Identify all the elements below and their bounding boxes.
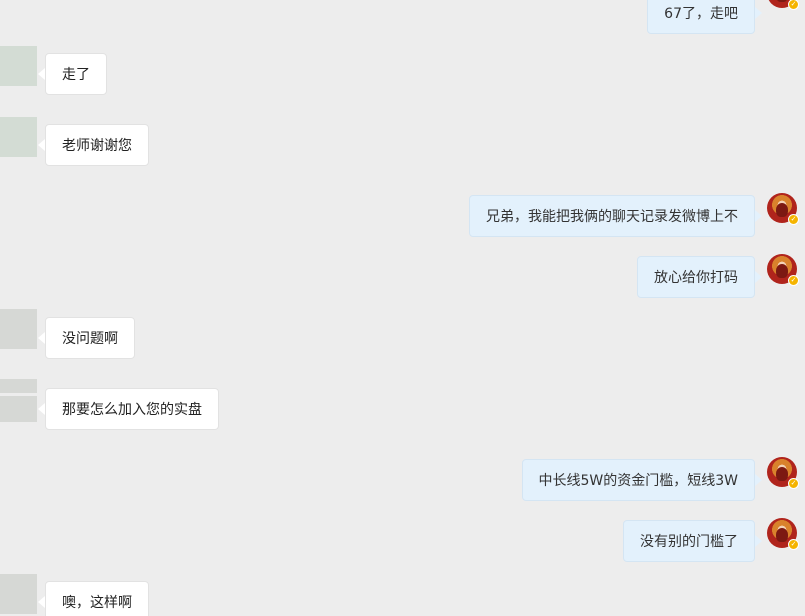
bubble-tail (755, 535, 762, 547)
bubble-tail (38, 139, 45, 151)
verified-badge-icon: ✓ (788, 214, 799, 225)
avatar-contact-lower (0, 396, 37, 422)
avatar-figure (776, 0, 788, 2)
message-bubble-outgoing[interactable]: 中长线5W的资金门槛，短线3W (521, 459, 755, 501)
avatar-figure (776, 264, 788, 278)
message-row-incoming: 那要怎么加入您的实盘 (0, 379, 805, 430)
verified-badge-icon: ✓ (788, 539, 799, 550)
bubble-tail (38, 403, 45, 415)
avatar-figure (776, 528, 788, 542)
verified-badge-icon: ✓ (788, 275, 799, 286)
message-bubble-outgoing[interactable]: 没有别的门槛了 (623, 520, 755, 562)
message-row-outgoing: 67了，走吧 ✓ (0, 0, 805, 34)
message-row-outgoing: 兄弟，我能把我俩的聊天记录发微博上不 ✓ (0, 193, 805, 237)
message-bubble-incoming[interactable]: 老师谢谢您 (45, 124, 149, 166)
bubble-tail (755, 271, 762, 283)
message-bubble-outgoing[interactable]: 兄弟，我能把我俩的聊天记录发微博上不 (469, 195, 755, 237)
chat-message-list[interactable]: 67了，走吧 ✓ 走了 老师谢谢您 兄弟，我能把我俩的聊天记录发微博上不 ✓ 放… (0, 0, 805, 616)
verified-badge-icon: ✓ (788, 0, 799, 10)
avatar-self[interactable]: ✓ (767, 0, 799, 10)
bubble-tail (755, 474, 762, 486)
bubble-tail (38, 68, 45, 80)
bubble-tail (755, 7, 762, 19)
bubble-tail (755, 210, 762, 222)
message-bubble-incoming[interactable]: 没问题啊 (45, 317, 135, 359)
avatar-contact[interactable] (0, 117, 37, 157)
avatar-self[interactable]: ✓ (767, 193, 799, 225)
message-row-incoming: 噢，这样啊 (0, 574, 805, 616)
message-row-incoming: 老师谢谢您 (0, 117, 805, 166)
avatar-contact[interactable] (0, 309, 37, 349)
verified-badge-icon: ✓ (788, 478, 799, 489)
message-bubble-incoming[interactable]: 走了 (45, 53, 107, 95)
avatar-contact[interactable] (0, 574, 37, 614)
avatar-self[interactable]: ✓ (767, 518, 799, 550)
message-row-incoming: 没问题啊 (0, 309, 805, 359)
avatar-figure (776, 467, 788, 481)
message-bubble-outgoing[interactable]: 放心给你打码 (637, 256, 755, 298)
message-row-outgoing: 没有别的门槛了 ✓ (0, 518, 805, 562)
message-bubble-incoming[interactable]: 噢，这样啊 (45, 581, 149, 616)
message-row-outgoing: 中长线5W的资金门槛，短线3W ✓ (0, 457, 805, 501)
avatar-contact[interactable] (0, 46, 37, 86)
message-bubble-outgoing[interactable]: 67了，走吧 (647, 0, 755, 34)
avatar-self[interactable]: ✓ (767, 457, 799, 489)
message-bubble-incoming[interactable]: 那要怎么加入您的实盘 (45, 388, 219, 430)
bubble-tail (38, 596, 45, 608)
avatar-contact[interactable] (0, 379, 37, 393)
bubble-tail (38, 332, 45, 344)
message-row-incoming: 走了 (0, 46, 805, 95)
message-row-outgoing: 放心给你打码 ✓ (0, 254, 805, 298)
avatar-figure (776, 203, 788, 217)
avatar-self[interactable]: ✓ (767, 254, 799, 286)
